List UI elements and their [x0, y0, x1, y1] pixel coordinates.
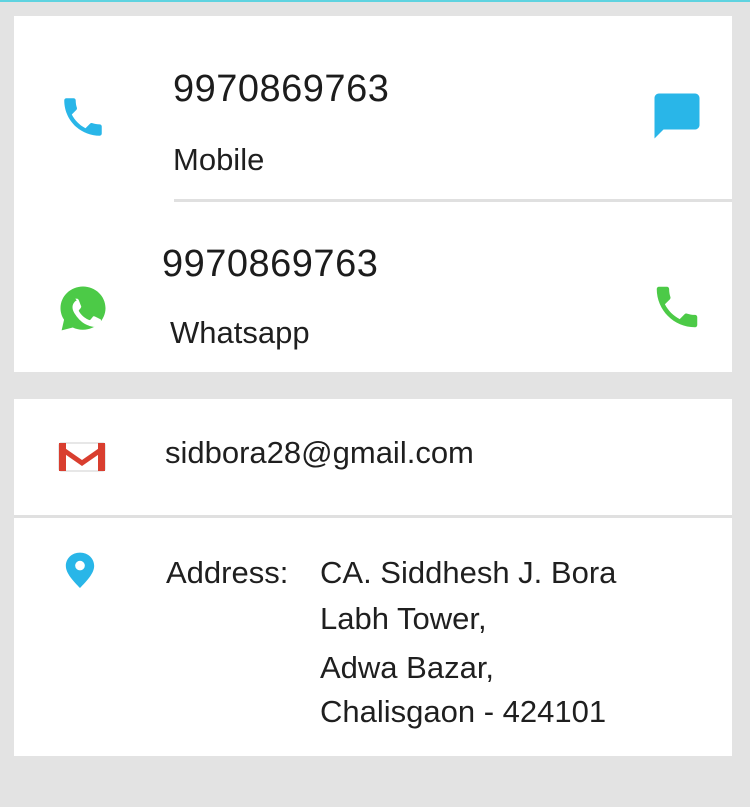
phone-contacts-card: 9970869763 Mobile 9970869763 Whatsapp [14, 16, 732, 372]
address-line: Adwa Bazar, [320, 650, 495, 685]
mobile-label: Mobile [173, 142, 265, 177]
address-line: Labh Tower, [320, 601, 487, 636]
email-row[interactable]: sidbora28@gmail.com [14, 399, 732, 515]
address-label: Address: [166, 555, 289, 590]
address-line: Chalisgaon - 424101 [320, 694, 607, 729]
location-pin-icon [65, 552, 95, 588]
email-address-card: sidbora28@gmail.com Address: CA. Siddhes… [14, 399, 732, 756]
email-address[interactable]: sidbora28@gmail.com [165, 435, 474, 471]
top-accent-bar [0, 0, 750, 2]
phone-icon[interactable] [650, 280, 704, 334]
whatsapp-row[interactable]: 9970869763 Whatsapp [14, 202, 732, 372]
whatsapp-icon [60, 286, 106, 331]
phone-icon [64, 98, 102, 136]
address-line: CA. Siddhesh J. Bora [320, 555, 617, 590]
whatsapp-label: Whatsapp [170, 315, 310, 350]
address-row[interactable]: Address: CA. Siddhesh J. Bora Labh Tower… [14, 518, 732, 756]
mobile-row[interactable]: 9970869763 Mobile [14, 16, 732, 201]
message-icon[interactable] [650, 89, 704, 143]
mobile-number[interactable]: 9970869763 [173, 68, 389, 111]
gmail-icon [58, 442, 106, 472]
whatsapp-number[interactable]: 9970869763 [162, 243, 378, 286]
